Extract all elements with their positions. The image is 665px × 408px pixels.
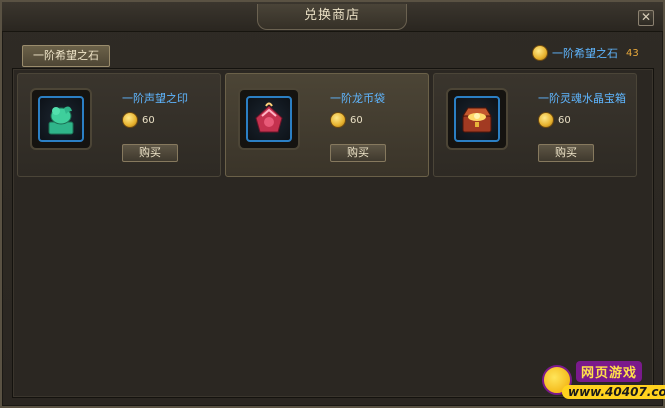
price-value: 60 [142,114,155,126]
currency-count: 43 [626,47,639,59]
price-value: 60 [558,114,571,126]
gold-coin-icon [538,112,554,128]
close-button[interactable]: ✕ [638,10,654,26]
shop-item-card[interactable]: 一阶龙币袋 60 购买 [225,73,429,177]
currency-balance: 一阶希望之石 43 [532,43,639,63]
close-icon: ✕ [640,10,652,24]
item-name: 一阶灵魂水晶宝箱 [538,92,626,105]
buy-button[interactable]: 购买 [538,144,594,162]
item-name: 一阶声望之印 [122,92,188,105]
watermark-top-text: 网页游戏 [576,361,643,382]
item-slot [30,88,92,150]
currency-name: 一阶希望之石 [552,47,618,60]
item-slot [238,88,300,150]
buy-button[interactable]: 购买 [330,144,386,162]
title-bar: 兑换商店 ✕ [2,2,663,32]
item-price: 60 [330,112,363,128]
dragon-coin-bag-icon [255,102,283,133]
watermark-url-text: www.40407.com [562,385,665,399]
window-title: 兑换商店 [257,4,407,30]
gold-coin-icon [330,112,346,128]
item-grid: 一阶声望之印 60 购买 一阶龙币袋 60 购买 一阶灵魂水晶宝箱 60 购买 [12,68,654,398]
buy-button[interactable]: 购买 [122,144,178,162]
shop-item-card[interactable]: 一阶声望之印 60 购买 [17,73,221,177]
gold-coin-icon [532,45,548,61]
soul-crystal-chest-icon [462,107,492,133]
item-slot [446,88,508,150]
item-price: 60 [538,112,571,128]
gold-coin-icon [122,112,138,128]
price-value: 60 [350,114,363,126]
site-watermark-logo: 网页游戏 www.40407.com [542,359,665,407]
jade-seal-icon [48,106,74,135]
shop-item-card[interactable]: 一阶灵魂水晶宝箱 60 购买 [433,73,637,177]
item-name: 一阶龙币袋 [330,92,385,105]
item-price: 60 [122,112,155,128]
exchange-shop-window: 兑换商店 ✕ 一阶希望之石 一阶希望之石 43 一阶声望之印 60 购买 一阶龙… [0,0,665,408]
tab-currency-stone[interactable]: 一阶希望之石 [22,45,110,67]
